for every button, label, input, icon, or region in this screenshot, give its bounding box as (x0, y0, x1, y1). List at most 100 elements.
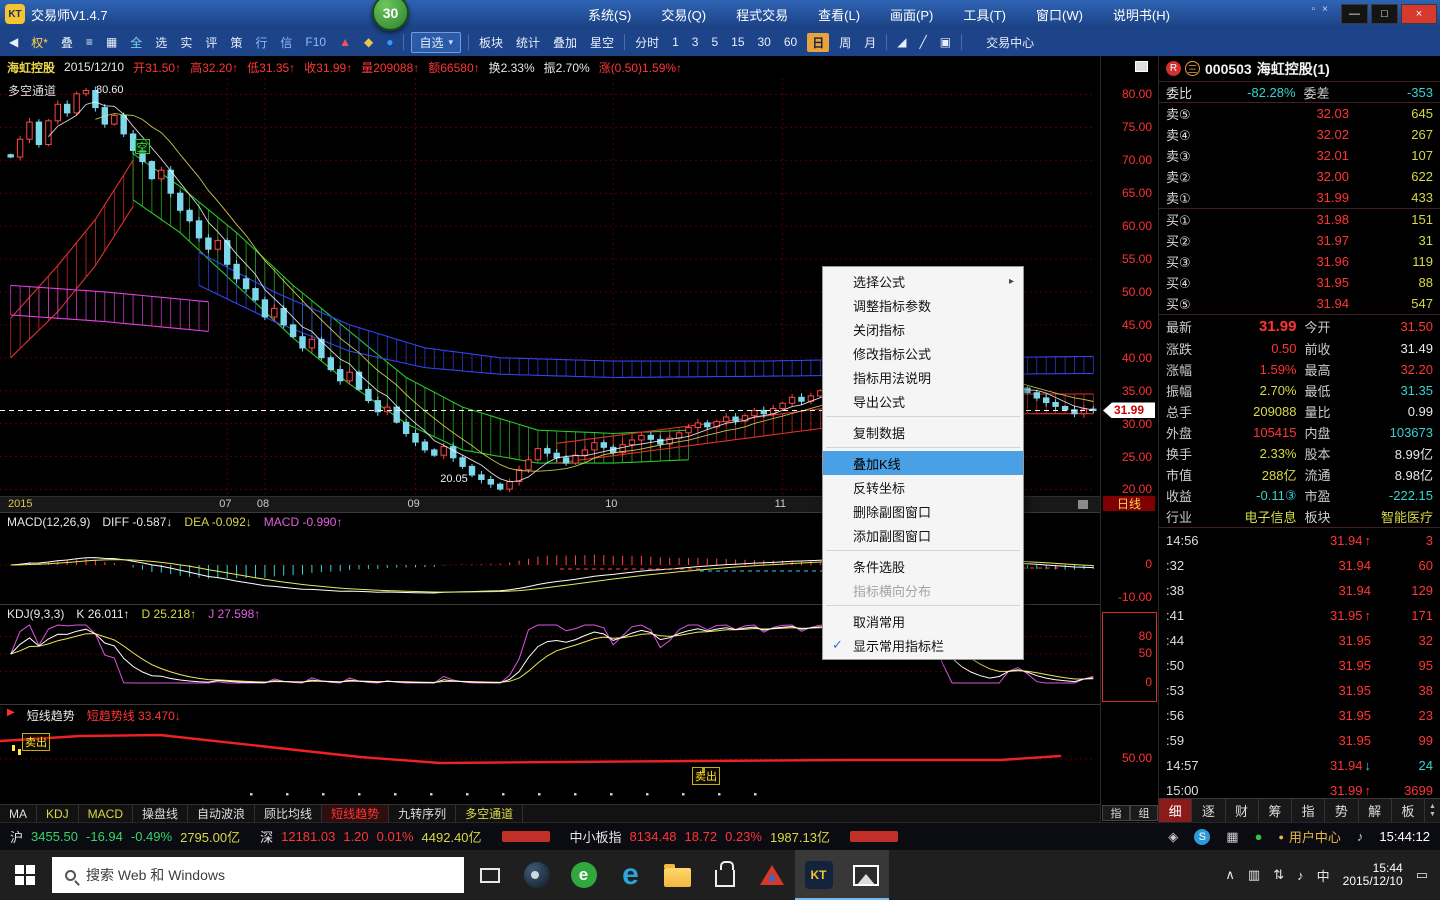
menu-item-复制数据[interactable]: 复制数据 (823, 420, 1023, 444)
apps-grid-icon[interactable]: ▦ (1226, 829, 1238, 845)
period-60[interactable]: 60 (781, 34, 800, 50)
task-view-button[interactable] (466, 850, 513, 900)
menu-item-取消常用[interactable]: 取消常用 (823, 609, 1023, 633)
menu-程式交易[interactable]: 程式交易 (736, 5, 788, 24)
menu-说明书(H)[interactable]: 说明书(H) (1113, 5, 1170, 24)
realtime-button[interactable]: 实 (177, 33, 195, 52)
rights-adjust-button[interactable]: 权* (28, 33, 51, 52)
menu-item-删除副图窗口[interactable]: 删除副图窗口 (823, 499, 1023, 523)
period-日[interactable]: 日 (807, 33, 829, 52)
quote-tab-板[interactable]: 板 (1392, 799, 1425, 822)
taskbar-app-edge[interactable] (607, 850, 654, 900)
network-icon[interactable]: ⇅ (1273, 867, 1284, 883)
quote-tab-解[interactable]: 解 (1359, 799, 1392, 822)
menu-item-反转坐标[interactable]: 反转坐标 (823, 475, 1023, 499)
period-3[interactable]: 3 (689, 34, 702, 50)
taskbar-app-file-explorer[interactable] (654, 850, 701, 900)
taskbar-app-browser-green[interactable] (560, 850, 607, 900)
tab-星空[interactable]: 星空 (587, 33, 617, 52)
news-button[interactable]: 信 (277, 33, 295, 52)
index-深[interactable]: 深12181.031.200.01%4492.40亿 (260, 827, 481, 846)
ask-row[interactable]: 卖②32.00622 (1159, 166, 1440, 187)
quotes-button[interactable]: 行 (252, 33, 270, 52)
f10-button[interactable]: F10 (302, 34, 329, 50)
s-app-icon[interactable]: S (1194, 829, 1210, 845)
indicator-tab-MACD[interactable]: MACD (79, 805, 133, 822)
taskbar-app-trading-kt[interactable] (795, 850, 842, 900)
list-button[interactable]: ≡ (83, 34, 96, 50)
bid-row[interactable]: 买②31.9731 (1159, 230, 1440, 251)
minimize-button[interactable]: — (1341, 4, 1368, 24)
select-button[interactable]: 选 (152, 33, 170, 52)
all-market-button[interactable]: 全 (127, 33, 145, 52)
tab-叠加[interactable]: 叠加 (550, 33, 580, 52)
ask-row[interactable]: 卖①31.99433 (1159, 187, 1440, 208)
menu-窗口(W)[interactable]: 窗口(W) (1036, 5, 1083, 24)
index-沪[interactable]: 沪3455.50-16.94-0.49%2795.00亿 (10, 827, 240, 846)
quote-tab-财[interactable]: 财 (1226, 799, 1259, 822)
menu-item-调整指标参数[interactable]: 调整指标参数 (823, 293, 1023, 317)
trendline-icon[interactable]: ╱ (917, 34, 930, 50)
menu-item-选择公式[interactable]: 选择公式▸ (823, 269, 1023, 293)
close-button[interactable]: × (1401, 4, 1437, 24)
quote-tab-势[interactable]: 势 (1325, 799, 1358, 822)
bid-row[interactable]: 买③31.96119 (1159, 251, 1440, 272)
menu-item-指标用法说明[interactable]: 指标用法说明 (823, 365, 1023, 389)
scroll-down-icon[interactable]: ▼ (1429, 811, 1436, 818)
period-月[interactable]: 月 (861, 33, 879, 52)
quote-tab-逐[interactable]: 逐 (1192, 799, 1225, 822)
period-30[interactable]: 30 (755, 34, 774, 50)
taskbar-app-store[interactable] (701, 850, 748, 900)
taskbar-app-photos[interactable] (842, 850, 889, 900)
trend-pane[interactable]: ▶ 短线趋势 短趋势线 33.470↓ 卖出 卖出 (0, 704, 1100, 804)
quote-tab-指[interactable]: 指 (1292, 799, 1325, 822)
overlay-button[interactable]: 叠 (58, 33, 76, 52)
menu-交易(Q)[interactable]: 交易(Q) (661, 5, 706, 24)
grid-button[interactable]: ▦ (103, 34, 120, 50)
notification-icon[interactable]: ▭ (1416, 867, 1428, 883)
back-button[interactable]: ◀ (6, 34, 21, 50)
indicator-tab-顾比均线[interactable]: 顾比均线 (255, 805, 322, 822)
indicator-tab-KDJ[interactable]: KDJ (37, 805, 79, 822)
taskbar-clock[interactable]: 15:44 2015/12/10 (1343, 862, 1403, 888)
device-icon[interactable]: ◈ (1168, 829, 1178, 845)
menu-item-添加副图窗口[interactable]: 添加副图窗口 (823, 523, 1023, 547)
watchlist-dropdown[interactable]: 自选▾ (411, 32, 461, 53)
lock-button[interactable]: ◆ (361, 34, 376, 50)
ask-row[interactable]: 卖④32.02267 (1159, 124, 1440, 145)
menu-item-导出公式[interactable]: 导出公式 (823, 389, 1023, 413)
period-15[interactable]: 15 (728, 34, 747, 50)
volume-icon[interactable]: ♪ (1297, 868, 1304, 883)
tab-统计[interactable]: 统计 (513, 33, 543, 52)
quote-tab-细[interactable]: 细 (1159, 799, 1192, 822)
menu-工具(T)[interactable]: 工具(T) (963, 5, 1006, 24)
indicator-tab-操盘线[interactable]: 操盘线 (133, 805, 188, 822)
bid-row[interactable]: 买④31.9588 (1159, 272, 1440, 293)
restore-button[interactable]: □ (1371, 4, 1398, 24)
period-label[interactable]: 日线 (1103, 496, 1155, 511)
flag-button[interactable]: ▲ (336, 34, 354, 50)
display-icon[interactable]: ▥ (1248, 867, 1260, 883)
period-周[interactable]: 周 (836, 33, 854, 52)
period-分时[interactable]: 分时 (632, 33, 662, 52)
index-中小板指[interactable]: 中小板指8134.4818.720.23%1987.13亿 (570, 827, 830, 846)
scroll-up-icon[interactable]: ▲ (1429, 803, 1436, 810)
pencil-icon[interactable]: ◢ (894, 34, 909, 50)
mini-tab-指[interactable]: 指 (1102, 805, 1130, 821)
bid-row[interactable]: 买①31.98151 (1159, 209, 1440, 230)
indicator-tab-短线趋势[interactable]: 短线趋势 (322, 805, 389, 822)
tick-list[interactable]: 14:5631.94↑3:3231.9460:3831.94129:4131.9… (1159, 528, 1440, 803)
taskbar-search[interactable]: 搜索 Web 和 Windows (52, 857, 464, 893)
scroll-arrows[interactable]: ▲▼ (1425, 799, 1440, 822)
bid-row[interactable]: 买⑤31.94547 (1159, 293, 1440, 314)
review-button[interactable]: 评 (202, 33, 220, 52)
ball-button[interactable]: ● (383, 34, 396, 50)
mdi-restore-icon[interactable]: ▫ (1312, 4, 1316, 15)
chevron-up-icon[interactable]: ∧ (1225, 867, 1235, 883)
menu-查看(L)[interactable]: 查看(L) (818, 5, 860, 24)
menu-item-显示常用指标栏[interactable]: 显示常用指标栏✓ (823, 633, 1023, 657)
green-status-icon[interactable]: ● (1255, 829, 1263, 844)
menu-item-条件选股[interactable]: 条件选股 (823, 554, 1023, 578)
start-button[interactable] (0, 850, 50, 900)
speaker-icon[interactable]: ♪ (1357, 829, 1364, 844)
